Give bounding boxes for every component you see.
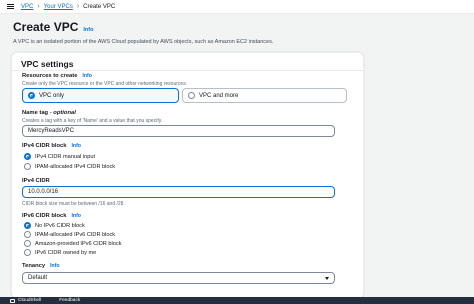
card-title: VPC settings <box>21 59 74 69</box>
page-header: Create VPC Info <box>13 20 93 34</box>
chevron-right-icon: › <box>37 3 40 10</box>
radio-ipv6-amazon[interactable]: Amazon-provided IPv6 CIDR block <box>24 240 121 247</box>
radio-ipv4-manual[interactable]: IPv4 CIDR manual input <box>24 153 95 160</box>
page-title: Create VPC <box>13 20 79 34</box>
radio-icon <box>24 231 31 238</box>
radio-ipv4-ipam-label: IPAM-allocated IPv4 CIDR block <box>35 163 116 170</box>
chevron-right-icon: › <box>76 3 80 10</box>
resources-info-link[interactable]: Info <box>82 73 92 79</box>
resources-description: Create only the VPC resource or the VPC … <box>22 81 188 87</box>
feedback-link[interactable]: Feedback <box>59 298 80 303</box>
cloudshell-label: CloudShell <box>18 298 42 303</box>
radio-checked-icon <box>28 92 35 99</box>
radio-icon <box>24 240 31 247</box>
console-footer: CloudShell Feedback <box>0 297 474 304</box>
page-info-link[interactable]: Info <box>83 27 93 33</box>
tenancy-label: Tenancy <box>22 263 46 269</box>
radio-ipv4-manual-label: IPv4 CIDR manual input <box>35 153 96 160</box>
radio-ipv6-owned[interactable]: IPv6 CIDR owned by me <box>24 249 96 256</box>
ipv6-block-field: IPv6 CIDR block Info <box>22 213 81 219</box>
breadcrumb-bar: VPC › Your VPCs › Create VPC <box>0 0 474 14</box>
ipv6-block-info-link[interactable]: Info <box>71 213 81 219</box>
radio-icon <box>24 249 31 256</box>
ipv4-cidr-field: IPv4 CIDR <box>22 178 50 184</box>
radio-ipv6-ipam-label: IPAM-allocated IPv6 CIDR block <box>35 231 116 238</box>
terminal-icon <box>10 298 15 303</box>
option-vpc-only-label: VPC only <box>39 92 65 99</box>
ipv4-block-field: IPv4 CIDR block Info <box>22 143 81 149</box>
ipv4-block-info-link[interactable]: Info <box>71 143 81 149</box>
tenancy-value: Default <box>28 275 48 281</box>
tenancy-field: Tenancy Info <box>22 263 60 269</box>
tenancy-info-link[interactable]: Info <box>50 263 60 269</box>
ipv4-cidr-input[interactable]: 10.0.0.0/16 <box>22 186 335 198</box>
breadcrumb-your-vpcs[interactable]: Your VPCs <box>44 4 73 10</box>
radio-icon <box>188 92 195 99</box>
menu-icon[interactable] <box>7 4 14 9</box>
card-divider <box>12 70 363 71</box>
breadcrumb-current: Create VPC <box>83 3 116 10</box>
ipv4-cidr-constraint: CIDR block size must be between /16 and … <box>22 201 125 207</box>
ipv4-cidr-label: IPv4 CIDR <box>22 178 50 184</box>
radio-icon <box>24 163 31 170</box>
resources-field: Resources to create Info Create only the… <box>22 73 187 87</box>
radio-ipv6-amazon-label: Amazon-provided IPv6 CIDR block <box>35 240 122 247</box>
name-tag-input[interactable]: MercyReadsVPC <box>22 125 335 137</box>
radio-checked-icon <box>24 222 31 229</box>
ipv4-block-label: IPv4 CIDR block <box>22 143 67 149</box>
radio-no-ipv6[interactable]: No IPv6 CIDR block <box>24 222 85 229</box>
vpc-settings-card: VPC settings Resources to create Info Cr… <box>11 52 364 299</box>
radio-ipv6-owned-label: IPv6 CIDR owned by me <box>35 249 97 256</box>
ipv4-cidr-constraint-wrap: CIDR block size must be between /16 and … <box>22 199 125 207</box>
name-tag-description: Creates a tag with a key of 'Name' and a… <box>22 118 163 124</box>
name-tag-label: Name tag <box>22 110 49 116</box>
optional-label: - optional <box>49 110 76 116</box>
radio-ipv4-ipam[interactable]: IPAM-allocated IPv4 CIDR block <box>24 163 115 170</box>
name-tag-field: Name tag - optional Creates a tag with a… <box>22 110 162 124</box>
radio-checked-icon <box>24 153 31 160</box>
option-vpc-and-more[interactable]: VPC and more <box>182 88 347 103</box>
resources-label: Resources to create <box>22 73 78 79</box>
option-vpc-and-more-label: VPC and more <box>199 92 239 99</box>
cloudshell-button[interactable]: CloudShell <box>10 298 41 303</box>
caret-down-icon <box>325 276 329 280</box>
breadcrumb-vpc[interactable]: VPC <box>21 4 33 10</box>
page-description: A VPC is an isolated portion of the AWS … <box>13 39 274 45</box>
radio-ipv6-ipam[interactable]: IPAM-allocated IPv6 CIDR block <box>24 231 115 238</box>
radio-no-ipv6-label: No IPv6 CIDR block <box>35 222 85 229</box>
option-vpc-only[interactable]: VPC only <box>22 88 179 103</box>
tenancy-select[interactable]: Default <box>22 272 335 284</box>
ipv6-block-label: IPv6 CIDR block <box>22 213 67 219</box>
